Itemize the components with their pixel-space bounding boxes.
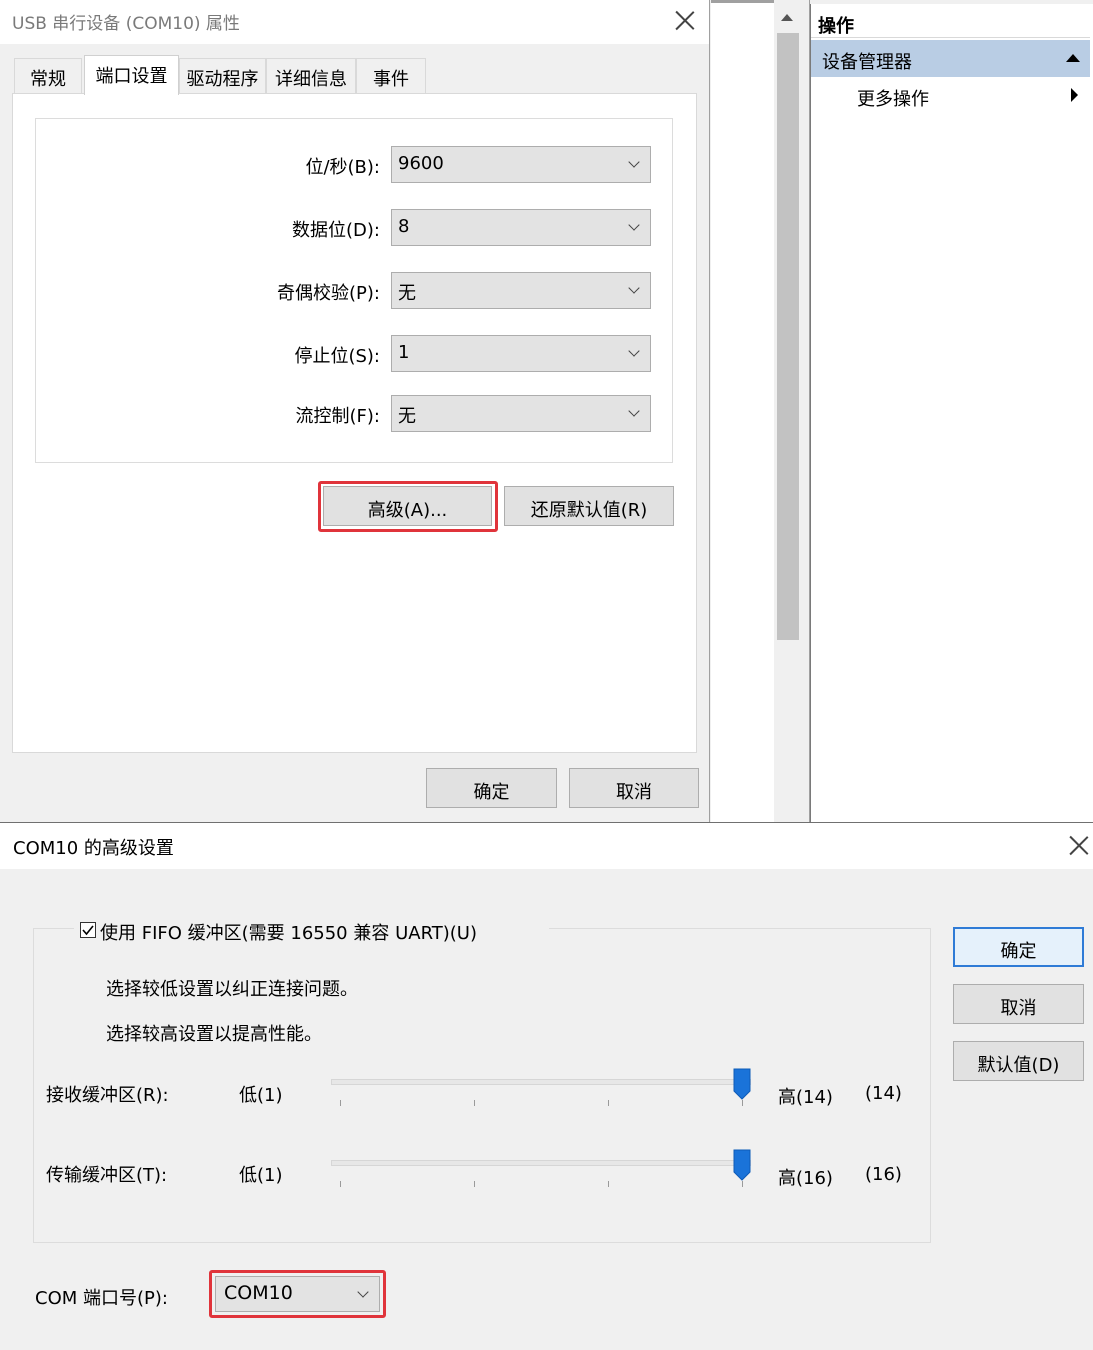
chevron-down-icon [628, 405, 640, 417]
scrollbar-thumb[interactable] [777, 33, 799, 640]
slider-tick [340, 1100, 341, 1106]
tab-events[interactable]: 事件 [356, 58, 426, 94]
checkmark-icon [82, 925, 94, 936]
stop-bits-value: 1 [398, 342, 410, 363]
advanced-title: COM10 的高级设置 [13, 838, 174, 859]
com-port-label: COM 端口号(P): [35, 1288, 168, 1309]
transmit-buffer-label: 传输缓冲区(T): [46, 1165, 168, 1186]
restore-defaults-label: 还原默认值(R) [530, 500, 648, 521]
stop-bits-label: 停止位(S): [294, 346, 380, 367]
data-bits-label: 数据位(D): [292, 220, 380, 241]
slider-tick [474, 1100, 475, 1106]
tab-general[interactable]: 常规 [14, 58, 82, 94]
transmit-buffer-slider[interactable] [331, 1160, 751, 1166]
flow-control-value: 无 [398, 406, 416, 427]
actions-header-title: 操作 [818, 16, 854, 37]
advanced-ok-button[interactable]: 确定 [953, 927, 1084, 967]
com-port-value: COM10 [224, 1282, 293, 1304]
more-actions-item[interactable]: 更多操作 [857, 85, 929, 111]
receive-buffer-low-label: 低(1) [239, 1085, 283, 1106]
receive-buffer-label: 接收缓冲区(R): [46, 1085, 169, 1106]
actions-pane [810, 4, 1093, 822]
properties-cancel-label: 取消 [616, 782, 652, 803]
advanced-button-label: 高级(A)... [367, 500, 448, 521]
collapse-up-icon[interactable] [1066, 54, 1080, 62]
data-bits-select[interactable]: 8 [391, 209, 651, 246]
properties-title: USB 串行设备 (COM10) 属性 [12, 14, 240, 34]
receive-buffer-high-label: 高(14) [778, 1087, 833, 1108]
parity-value: 无 [398, 283, 416, 304]
scroll-up-icon[interactable] [781, 14, 793, 21]
defaults-button[interactable]: 默认值(D) [953, 1041, 1084, 1081]
tab-driver[interactable]: 驱动程序 [179, 58, 266, 94]
stop-bits-select[interactable]: 1 [391, 335, 651, 372]
slider-tick [742, 1100, 743, 1106]
chevron-down-icon [628, 282, 640, 294]
chevron-down-icon [628, 156, 640, 168]
transmit-buffer-high-label: 高(16) [778, 1168, 833, 1189]
device-manager-section-label: 设备管理器 [822, 52, 912, 73]
restore-defaults-button[interactable]: 还原默认值(R) [504, 486, 674, 526]
pane-splitter[interactable] [801, 0, 810, 822]
bits-per-second-value: 9600 [398, 153, 444, 174]
receive-buffer-slider[interactable] [331, 1079, 751, 1085]
submenu-arrow-icon [1071, 88, 1078, 102]
flow-control-select[interactable]: 无 [391, 395, 651, 432]
slider-tick [608, 1181, 609, 1187]
parity-label: 奇偶校验(P): [277, 283, 380, 304]
tab-details[interactable]: 详细信息 [266, 58, 356, 94]
close-icon[interactable] [1064, 831, 1093, 861]
transmit-buffer-low-label: 低(1) [239, 1165, 283, 1186]
flow-control-label: 流控制(F): [295, 406, 380, 427]
properties-ok-button[interactable]: 确定 [426, 768, 557, 808]
data-bits-value: 8 [398, 216, 410, 237]
properties-ok-label: 确定 [473, 782, 510, 803]
close-icon[interactable] [670, 6, 700, 36]
hint-low-text: 选择较低设置以纠正连接问题。 [106, 979, 358, 1000]
advanced-cancel-label: 取消 [1000, 998, 1037, 1019]
chevron-down-icon [628, 345, 640, 357]
transmit-buffer-value: (16) [865, 1164, 902, 1185]
hint-high-text: 选择较高设置以提高性能。 [106, 1024, 322, 1045]
fifo-checkbox-label[interactable]: 使用 FIFO 缓冲区(需要 16550 兼容 UART)(U) [100, 919, 477, 945]
properties-cancel-button[interactable]: 取消 [569, 768, 699, 808]
receive-buffer-value: (14) [865, 1083, 902, 1104]
parity-select[interactable]: 无 [391, 272, 651, 309]
receive-buffer-slider-thumb[interactable] [733, 1068, 751, 1100]
device-tree-pane [711, 0, 774, 822]
advanced-cancel-button[interactable]: 取消 [953, 984, 1084, 1024]
slider-tick [608, 1100, 609, 1106]
bits-per-second-select[interactable]: 9600 [391, 146, 651, 183]
tab-port-settings[interactable]: 端口设置 [84, 55, 179, 95]
slider-tick [474, 1181, 475, 1187]
chevron-down-icon [357, 1286, 369, 1298]
defaults-label: 默认值(D) [977, 1055, 1060, 1076]
advanced-ok-label: 确定 [1000, 941, 1037, 962]
transmit-buffer-slider-thumb[interactable] [733, 1149, 751, 1181]
chevron-down-icon [628, 219, 640, 231]
fifo-checkbox[interactable] [80, 922, 96, 938]
slider-tick [742, 1181, 743, 1187]
com-port-select[interactable]: COM10 [215, 1276, 380, 1312]
advanced-button[interactable]: 高级(A)... [323, 486, 492, 526]
slider-tick [340, 1181, 341, 1187]
bits-per-second-label: 位/秒(B): [305, 157, 380, 178]
